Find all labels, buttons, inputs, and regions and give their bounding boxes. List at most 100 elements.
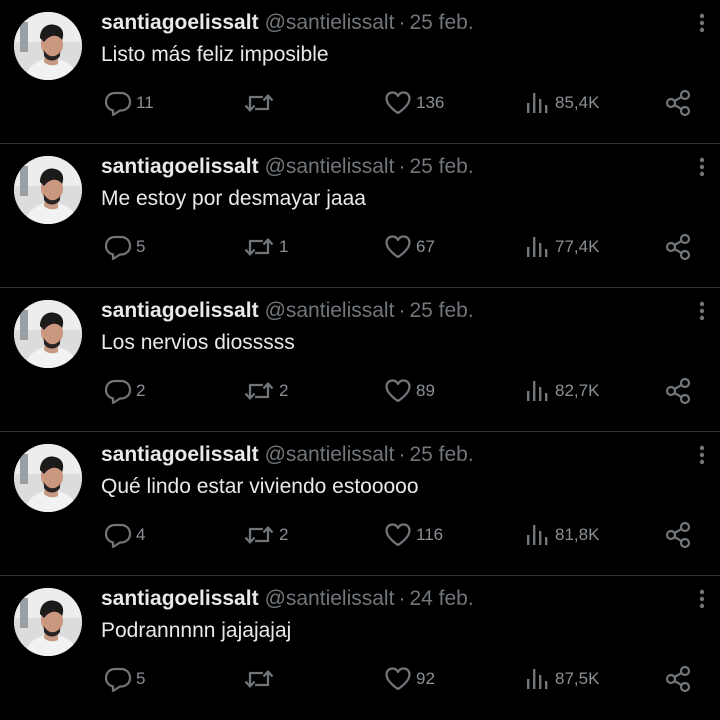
views-button[interactable]: 85,4K xyxy=(525,89,599,117)
tweet-text: Los nervios diosssss xyxy=(101,331,295,354)
more-button[interactable] xyxy=(692,442,712,468)
more-icon xyxy=(699,589,705,609)
more-button[interactable] xyxy=(692,154,712,180)
retweet-button[interactable]: 2 xyxy=(243,521,288,549)
retweet-count: 2 xyxy=(279,525,289,544)
views-button[interactable]: 82,7K xyxy=(525,377,599,405)
like-button[interactable]: 116 xyxy=(384,521,443,549)
reply-button[interactable]: 11 xyxy=(104,89,154,117)
author-name[interactable]: santiagoelissalt xyxy=(101,587,259,610)
share-icon xyxy=(665,521,691,549)
retweet-button[interactable] xyxy=(243,89,279,117)
avatar[interactable] xyxy=(14,588,82,656)
tweet[interactable]: santiagoelissalt @santielissalt · 25 feb. L… xyxy=(0,0,720,144)
like-count: 89 xyxy=(416,381,435,400)
share-icon xyxy=(665,377,691,405)
reply-button[interactable]: 4 xyxy=(104,521,145,549)
avatar[interactable] xyxy=(14,444,82,512)
views-icon xyxy=(527,525,548,545)
share-button[interactable] xyxy=(664,89,692,117)
tweet[interactable]: santiagoelissalt @santielissalt · 24 feb. P… xyxy=(0,576,720,720)
tweet[interactable]: santiagoelissalt @santielissalt · 25 feb. Q… xyxy=(0,432,720,576)
tweet-header: santiagoelissalt @santielissalt · 25 feb. xyxy=(101,298,474,324)
heart-icon xyxy=(385,91,411,115)
reply-icon xyxy=(104,667,132,692)
author-handle[interactable]: @santielissalt xyxy=(265,443,395,466)
retweet-button[interactable]: 1 xyxy=(243,233,288,261)
reply-button[interactable]: 5 xyxy=(104,665,145,693)
tweet-date[interactable]: 25 feb. xyxy=(409,299,473,322)
author-name[interactable]: santiagoelissalt xyxy=(101,299,259,322)
retweet-icon xyxy=(244,94,274,112)
more-button[interactable] xyxy=(692,10,712,36)
tweet-text: Listo más feliz imposible xyxy=(101,43,329,66)
author-handle[interactable]: @santielissalt xyxy=(265,587,395,610)
views-count: 81,8K xyxy=(555,525,600,544)
more-button[interactable] xyxy=(692,586,712,612)
separator: · xyxy=(398,155,406,178)
tweet-feed: santiagoelissalt @santielissalt · 25 feb. L… xyxy=(0,0,720,719)
retweet-icon xyxy=(244,382,274,400)
views-icon xyxy=(527,93,548,113)
tweet-header: santiagoelissalt @santielissalt · 25 feb. xyxy=(101,10,474,36)
share-button[interactable] xyxy=(664,233,692,261)
reply-count: 5 xyxy=(136,669,146,688)
author-handle[interactable]: @santielissalt xyxy=(265,11,395,34)
retweet-button[interactable]: 2 xyxy=(243,377,288,405)
retweet-button[interactable] xyxy=(243,665,279,693)
avatar[interactable] xyxy=(14,156,82,224)
reply-button[interactable]: 5 xyxy=(104,233,145,261)
views-count: 87,5K xyxy=(555,669,600,688)
retweet-count: 2 xyxy=(279,381,289,400)
reply-button[interactable]: 2 xyxy=(104,377,145,405)
like-button[interactable]: 89 xyxy=(384,377,435,405)
like-button[interactable]: 136 xyxy=(384,89,444,117)
share-button[interactable] xyxy=(664,521,692,549)
heart-icon xyxy=(385,667,411,691)
more-icon xyxy=(699,445,705,465)
views-icon xyxy=(527,381,548,401)
views-count: 77,4K xyxy=(555,237,600,256)
like-count: 67 xyxy=(416,237,435,256)
avatar[interactable] xyxy=(14,300,82,368)
reply-count: 2 xyxy=(136,381,146,400)
tweet-date[interactable]: 25 feb. xyxy=(409,155,473,178)
more-button[interactable] xyxy=(692,298,712,324)
share-button[interactable] xyxy=(664,377,692,405)
author-name[interactable]: santiagoelissalt xyxy=(101,443,259,466)
heart-icon xyxy=(385,379,411,403)
tweet[interactable]: santiagoelissalt @santielissalt · 25 feb. M… xyxy=(0,144,720,288)
author-name[interactable]: santiagoelissalt xyxy=(101,11,259,34)
views-icon xyxy=(527,237,548,257)
author-handle[interactable]: @santielissalt xyxy=(265,299,395,322)
share-button[interactable] xyxy=(664,665,692,693)
reply-count: 5 xyxy=(136,237,146,256)
share-icon xyxy=(665,665,691,693)
tweet[interactable]: santiagoelissalt @santielissalt · 25 feb. L… xyxy=(0,288,720,432)
share-icon xyxy=(665,233,691,261)
tweet-date[interactable]: 24 feb. xyxy=(409,587,473,610)
like-button[interactable]: 92 xyxy=(384,665,435,693)
tweet-date[interactable]: 25 feb. xyxy=(409,11,473,34)
like-button[interactable]: 67 xyxy=(384,233,435,261)
tweet-date[interactable]: 25 feb. xyxy=(409,443,473,466)
more-icon xyxy=(699,301,705,321)
separator: · xyxy=(398,299,406,322)
views-icon xyxy=(527,669,548,689)
views-button[interactable]: 87,5K xyxy=(525,665,599,693)
tweet-text: Me estoy por desmayar jaaa xyxy=(101,187,366,210)
retweet-icon xyxy=(244,526,274,544)
tweet-text: Qué lindo estar viviendo estooooo xyxy=(101,475,419,498)
more-icon xyxy=(699,157,705,177)
author-handle[interactable]: @santielissalt xyxy=(265,155,395,178)
tweet-text: Podrannnnn jajajajaj xyxy=(101,619,292,642)
views-button[interactable]: 81,8K xyxy=(525,521,599,549)
avatar[interactable] xyxy=(14,12,82,80)
retweet-icon xyxy=(244,670,274,688)
share-icon xyxy=(665,89,691,117)
views-count: 85,4K xyxy=(555,93,600,112)
author-name[interactable]: santiagoelissalt xyxy=(101,155,259,178)
tweet-header: santiagoelissalt @santielissalt · 25 feb. xyxy=(101,442,474,468)
heart-icon xyxy=(385,523,411,547)
views-button[interactable]: 77,4K xyxy=(525,233,599,261)
